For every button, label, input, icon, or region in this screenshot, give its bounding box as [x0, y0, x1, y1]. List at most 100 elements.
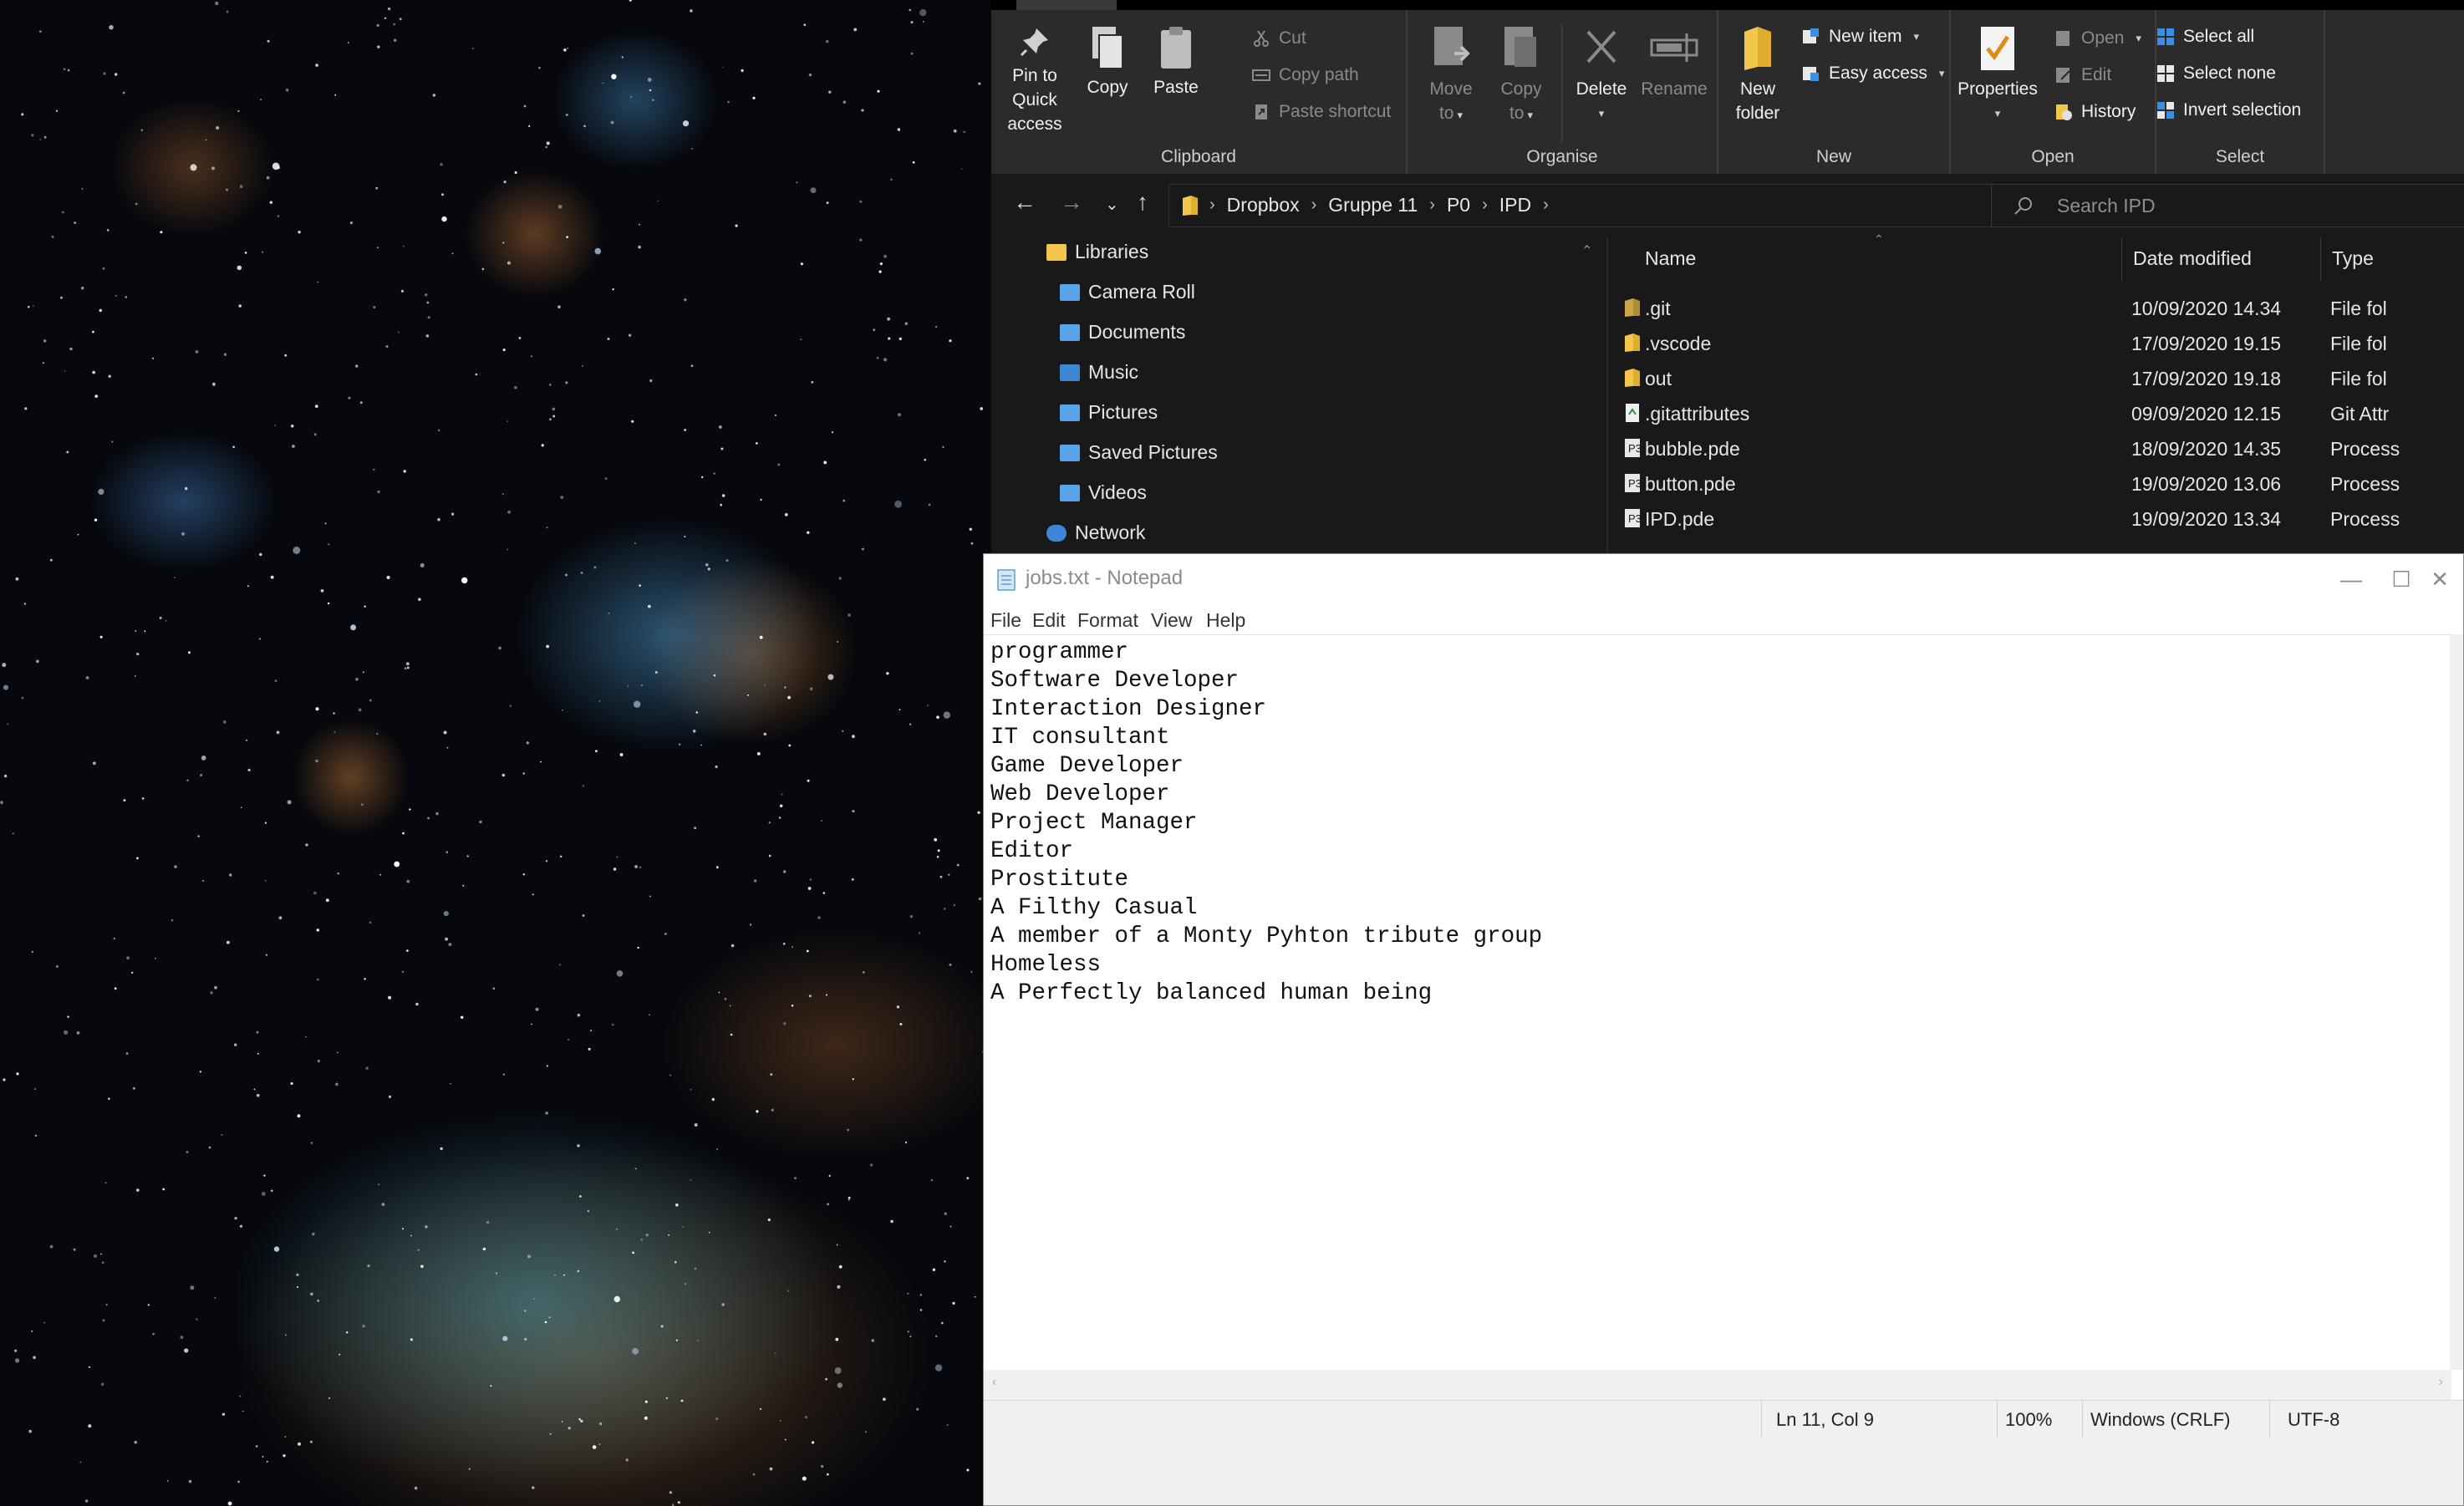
star — [174, 865, 177, 868]
table-row[interactable]: out 17/09/2020 19.18 File fol — [1608, 361, 2464, 396]
star — [15, 577, 19, 581]
easy-access-button[interactable]: Easy access ▾ — [1802, 64, 1944, 84]
star — [237, 109, 240, 113]
star — [144, 630, 146, 633]
star — [974, 1295, 976, 1298]
delete-button[interactable]: Delete ▾ — [1570, 25, 1633, 125]
nav-item-documents[interactable]: Documents — [1060, 321, 1185, 343]
paste-shortcut-button[interactable]: Paste shortcut — [1252, 102, 1391, 122]
table-row[interactable]: P3 button.pde 19/09/2020 13.06 Process — [1608, 466, 2464, 501]
star — [899, 337, 903, 341]
star — [136, 857, 139, 860]
column-header-date-modified[interactable]: Date modified — [2133, 247, 2252, 270]
search-input[interactable]: Search IPD — [1991, 184, 2464, 227]
horizontal-scrollbar[interactable]: ‹ › — [984, 1370, 2451, 1400]
file-name: .git — [1645, 298, 1671, 319]
text-line: programmer — [990, 639, 1129, 665]
star — [256, 1093, 260, 1097]
nav-item-pictures[interactable]: Pictures — [1060, 401, 1158, 424]
star — [369, 699, 372, 702]
star — [838, 1264, 843, 1269]
star — [721, 494, 725, 497]
breadcrumb-ipd[interactable]: IPD — [1499, 194, 1531, 216]
star — [292, 445, 295, 448]
star — [843, 100, 847, 104]
move-to-button[interactable]: Move to ▾ — [1419, 25, 1483, 127]
nav-item-network[interactable]: Network — [1046, 522, 1145, 544]
open-button[interactable]: Open ▾ — [2054, 28, 2141, 48]
menu-help[interactable]: Help — [1206, 609, 1245, 632]
new-item-button[interactable]: New item ▾ — [1802, 27, 1919, 47]
cut-button[interactable]: Cut — [1252, 28, 1306, 48]
notepad-window[interactable]: jobs.txt - Notepad — ☐ ✕ File Edit Forma… — [983, 553, 2464, 1506]
star — [598, 1422, 603, 1426]
copy-path-button[interactable]: Copy path — [1252, 65, 1359, 85]
star — [151, 357, 155, 359]
scroll-left-icon[interactable]: ‹ — [992, 1375, 996, 1390]
nav-item-libraries[interactable]: Libraries — [1046, 241, 1148, 263]
star — [514, 385, 517, 389]
star — [438, 429, 440, 432]
breadcrumb-dropbox[interactable]: Dropbox — [1227, 194, 1300, 216]
nav-item-videos[interactable]: Videos — [1060, 481, 1147, 504]
star — [364, 605, 366, 608]
select-none-button[interactable]: Select none — [2156, 64, 2276, 84]
nav-item-saved-pictures[interactable]: Saved Pictures — [1060, 441, 1218, 464]
table-row[interactable]: P3 bubble.pde 18/09/2020 14.35 Process — [1608, 431, 2464, 466]
column-header-name[interactable]: Name — [1645, 247, 1696, 270]
scroll-right-icon[interactable]: › — [2439, 1375, 2443, 1390]
scroll-up-caret-icon[interactable]: ⌃ — [1581, 242, 1592, 259]
paste-button[interactable]: Paste — [1147, 25, 1205, 99]
text-editor[interactable]: programmer Software Developer Interactio… — [984, 634, 2451, 1370]
invert-selection-button[interactable]: Invert selection — [2156, 100, 2301, 120]
properties-button[interactable]: Properties ▾ — [1954, 25, 2041, 125]
edit-button[interactable]: Edit — [2054, 65, 2111, 85]
star — [883, 254, 887, 258]
copy-button[interactable]: Copy — [1078, 25, 1137, 99]
back-arrow-icon[interactable]: ← — [1013, 189, 1036, 216]
history-button[interactable]: History — [2054, 102, 2136, 122]
star — [369, 921, 372, 924]
star — [364, 978, 366, 980]
breadcrumb-gruppe-11[interactable]: Gruppe 11 — [1328, 194, 1418, 216]
star — [827, 674, 834, 680]
address-bar[interactable]: › Dropbox › Gruppe 11 › P0 › IPD › ⌄ ↻ — [1168, 184, 2124, 227]
copy-to-button[interactable]: Copy to ▾ — [1489, 25, 1553, 127]
column-divider[interactable] — [2121, 237, 2122, 281]
close-icon[interactable]: ✕ — [2415, 561, 2463, 598]
table-row[interactable]: P3 IPD.pde 19/09/2020 13.34 Process — [1608, 501, 2464, 537]
menu-file[interactable]: File — [990, 609, 1021, 632]
column-header-type[interactable]: Type — [2332, 247, 2374, 270]
star — [362, 671, 364, 674]
table-row[interactable]: .gitattributes 09/09/2020 12.15 Git Attr — [1608, 396, 2464, 431]
star — [869, 1163, 873, 1167]
menu-view[interactable]: View — [1151, 609, 1192, 632]
nav-item-music[interactable]: Music — [1060, 361, 1138, 384]
column-divider[interactable] — [2320, 237, 2321, 281]
forward-arrow-icon[interactable]: → — [1060, 189, 1083, 216]
star — [713, 674, 716, 677]
star — [774, 414, 776, 416]
menu-format[interactable]: Format — [1077, 609, 1138, 632]
table-row[interactable]: .vscode 17/09/2020 19.15 File fol — [1608, 326, 2464, 361]
star — [441, 216, 447, 222]
minimize-icon[interactable]: — — [2326, 561, 2376, 598]
rename-button[interactable]: Rename — [1638, 25, 1710, 101]
file-explorer-window[interactable]: Pin to Quick access Copy Paste Cut Copy … — [991, 0, 2464, 555]
table-row[interactable]: .git 10/09/2020 14.34 File fol — [1608, 291, 2464, 326]
breadcrumb-p0[interactable]: P0 — [1447, 194, 1470, 216]
star — [51, 236, 54, 238]
menu-edit[interactable]: Edit — [1032, 609, 1066, 632]
recent-locations-chevron-icon[interactable]: ⌄ — [1105, 194, 1119, 215]
star — [836, 1244, 838, 1246]
up-arrow-icon[interactable]: ↑ — [1137, 189, 1148, 216]
star — [684, 429, 686, 431]
new-folder-button[interactable]: New folder — [1727, 25, 1789, 125]
select-all-button[interactable]: Select all — [2156, 27, 2254, 47]
star — [427, 316, 430, 319]
notepad-title-bar[interactable]: jobs.txt - Notepad — ☐ ✕ — [984, 554, 2463, 606]
star — [639, 584, 641, 587]
pin-to-quick-access-button[interactable]: Pin to Quick access — [1000, 25, 1070, 136]
nav-item-camera-roll[interactable]: Camera Roll — [1060, 281, 1195, 303]
vertical-scrollbar[interactable] — [2450, 634, 2463, 1370]
